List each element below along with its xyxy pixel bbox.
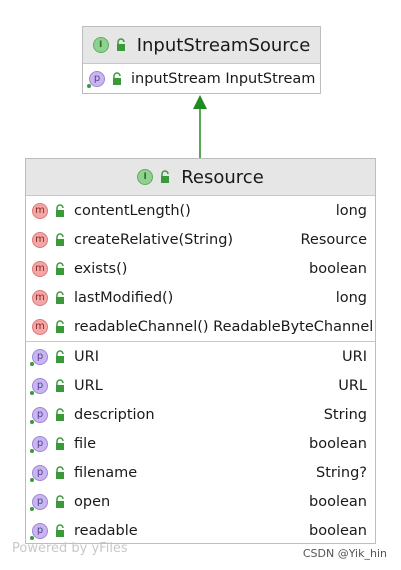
member-name: createRelative(String) xyxy=(74,231,234,248)
member-type: long xyxy=(335,289,367,306)
property-icon: p xyxy=(30,348,48,366)
lock-icon xyxy=(54,465,66,480)
member-name: file xyxy=(74,435,97,452)
interface-icon: I xyxy=(137,169,154,185)
interface-box-inputstreamsource[interactable]: I InputStreamSource p inputStream InputSt… xyxy=(82,26,321,94)
member-type: String xyxy=(323,406,367,423)
member-name: lastModified() xyxy=(74,289,174,306)
member-name: readable xyxy=(74,522,138,539)
member-type: boolean xyxy=(309,435,367,452)
property-icon: p xyxy=(30,493,48,511)
member-type: boolean xyxy=(309,260,367,277)
lock-icon xyxy=(54,319,66,334)
method-row[interactable]: m readableChannel() ReadableByteChannel xyxy=(26,312,375,341)
member-name: exists() xyxy=(74,260,128,277)
lock-icon xyxy=(54,261,66,276)
property-icon: p xyxy=(30,522,48,540)
member-type: String? xyxy=(316,464,367,481)
method-list: m contentLength() long m createRelative(Stri… xyxy=(26,196,375,341)
member-name: readableChannel() ReadableByteChannel xyxy=(74,318,374,335)
property-row[interactable]: p URL URL xyxy=(26,371,375,400)
lock-icon xyxy=(54,407,66,422)
property-row[interactable]: p description String xyxy=(26,400,375,429)
member-type: URL xyxy=(338,377,367,394)
method-icon: m xyxy=(32,318,48,335)
lock-icon xyxy=(54,494,66,509)
lock-icon xyxy=(54,523,66,538)
property-row[interactable]: p filename String? xyxy=(26,458,375,487)
class-header: I Resource xyxy=(26,159,375,196)
member-type: boolean xyxy=(309,522,367,539)
method-icon: m xyxy=(32,289,48,306)
property-icon: p xyxy=(87,70,105,88)
property-icon: p xyxy=(30,377,48,395)
class-title: InputStreamSource xyxy=(136,34,311,56)
member-type: long xyxy=(335,202,367,219)
member-type: URI xyxy=(342,348,367,365)
interface-box-resource[interactable]: I Resource m contentLength() long m createRe… xyxy=(25,158,376,544)
method-row[interactable]: m contentLength() long xyxy=(26,196,375,225)
method-row[interactable]: m exists() boolean xyxy=(26,254,375,283)
lock-icon xyxy=(159,170,171,184)
member-name: inputStream InputStream xyxy=(131,70,316,87)
lock-icon xyxy=(54,203,66,218)
method-icon: m xyxy=(32,231,48,248)
property-list: p URI URI p URL URL p description String p file boo… xyxy=(26,341,375,545)
member-type: Resource xyxy=(300,231,368,248)
member-name: URL xyxy=(74,377,103,394)
method-icon: m xyxy=(32,260,48,277)
class-header: I InputStreamSource xyxy=(83,27,320,64)
method-row[interactable]: m lastModified() long xyxy=(26,283,375,312)
property-row[interactable]: p file boolean xyxy=(26,429,375,458)
property-icon: p xyxy=(30,435,48,453)
property-row[interactable]: p open boolean xyxy=(26,487,375,516)
lock-icon xyxy=(54,349,66,364)
member-list: p inputStream InputStream xyxy=(83,64,320,93)
method-icon: m xyxy=(32,202,48,219)
lock-icon xyxy=(54,290,66,305)
member-name: open xyxy=(74,493,111,510)
lock-icon xyxy=(115,38,127,52)
interface-icon: I xyxy=(92,37,109,53)
lock-icon xyxy=(111,71,123,86)
method-row[interactable]: m createRelative(String) Resource xyxy=(26,225,375,254)
lock-icon xyxy=(54,378,66,393)
member-name: contentLength() xyxy=(74,202,191,219)
member-name: description xyxy=(74,406,155,423)
class-title: Resource xyxy=(181,166,264,188)
member-name: filename xyxy=(74,464,138,481)
member-type: boolean xyxy=(309,493,367,510)
member-name: URI xyxy=(74,348,99,365)
property-icon: p xyxy=(30,464,48,482)
property-row[interactable]: p URI URI xyxy=(26,342,375,371)
lock-icon xyxy=(54,436,66,451)
property-icon: p xyxy=(30,406,48,424)
watermark-csdn: CSDN @Yik_hin xyxy=(302,547,387,560)
lock-icon xyxy=(54,232,66,247)
watermark-yfiles: Powered by yFiles xyxy=(12,541,128,556)
